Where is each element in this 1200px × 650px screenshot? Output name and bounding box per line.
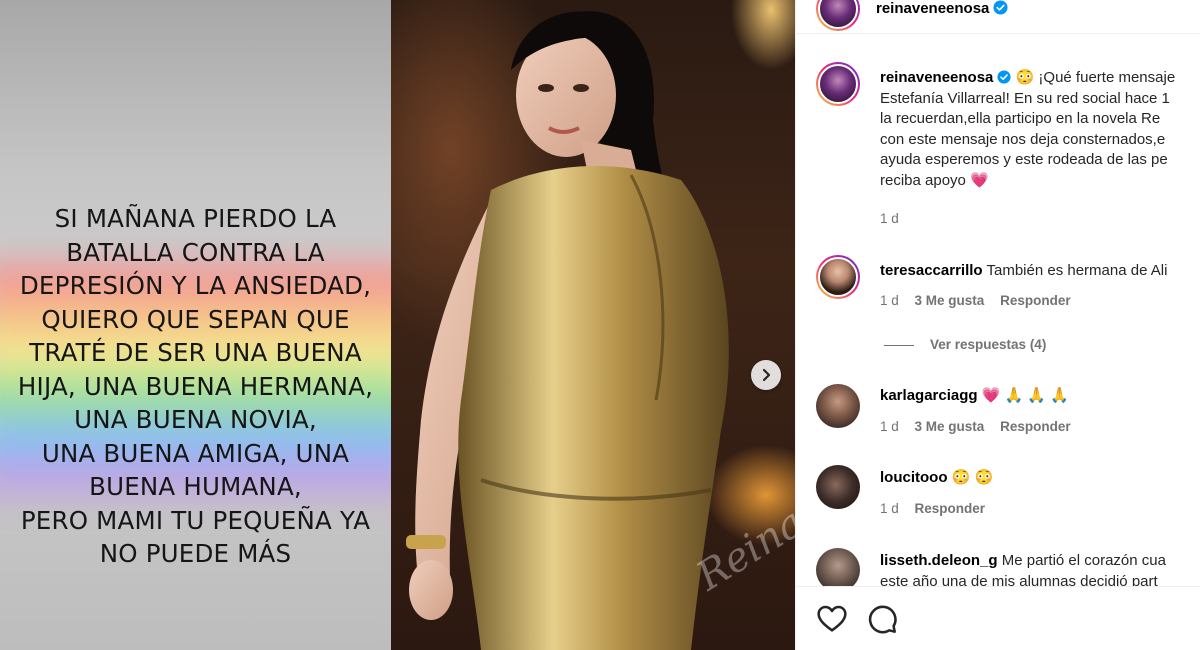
- comments-list: reinaveneenosa 😳 ¡Qué fuerte mensaje Est…: [796, 34, 1200, 586]
- avatar[interactable]: [816, 384, 860, 428]
- story-line: TRATÉ DE SER UNA BUENA: [29, 338, 362, 367]
- timestamp[interactable]: 1 d: [880, 501, 899, 516]
- comment-icon[interactable]: [866, 603, 898, 635]
- story-line: DEPRESIÓN Y LA ANSIEDAD,: [19, 271, 372, 300]
- comment-meta: 1 d 3 Me gusta Responder: [880, 293, 1083, 308]
- caption-line: con este mensaje nos deja consternados,e: [880, 130, 1166, 148]
- reply-button[interactable]: Responder: [1000, 419, 1071, 434]
- comment-body: 😳 😳: [951, 469, 994, 486]
- story-text: SI MAÑANA PIERDO LA BATALLA CONTRA LA DE…: [0, 202, 391, 571]
- verified-badge-icon: [997, 70, 1011, 84]
- likes-count[interactable]: 3 Me gusta: [915, 293, 985, 308]
- comment-username[interactable]: teresaccarrillo: [880, 262, 983, 279]
- story-line: BATALLA CONTRA LA: [66, 237, 325, 267]
- story-screenshot: SI MAÑANA PIERDO LA BATALLA CONTRA LA DE…: [0, 0, 391, 650]
- comment-username[interactable]: loucitooo: [880, 469, 948, 486]
- story-line: UNA BUENA NOVIA,: [74, 405, 317, 434]
- post-author[interactable]: reinaveneenosa: [876, 0, 1008, 17]
- next-button[interactable]: [751, 360, 781, 390]
- caption-username[interactable]: reinaveneenosa: [880, 69, 993, 86]
- avatar[interactable]: [816, 255, 860, 299]
- action-bar: [796, 586, 1200, 650]
- verified-badge-icon: [993, 0, 1008, 15]
- caption-line: ayuda esperemos y este rodeada de las pe: [880, 151, 1168, 168]
- author-username[interactable]: reinaveneenosa: [876, 0, 989, 17]
- avatar[interactable]: [816, 0, 860, 31]
- divider: [884, 344, 914, 346]
- caption-line: 😳 ¡Qué fuerte mensaje: [1015, 69, 1176, 86]
- view-replies-label[interactable]: Ver respuestas (4): [930, 337, 1046, 352]
- comment-body: Me partió el corazón cua: [1001, 552, 1166, 569]
- post-header: reinaveneenosa: [796, 0, 1200, 34]
- chevron-right-icon: [762, 368, 771, 382]
- comment-username[interactable]: karlagarciagg: [880, 387, 978, 404]
- caption-meta: 1 d: [880, 211, 911, 226]
- view-replies-button[interactable]: Ver respuestas (4): [884, 337, 1046, 352]
- story-line: UNA BUENA AMIGA, UNA: [41, 438, 350, 468]
- comment-body: 💗 🙏 🙏 🙏: [981, 387, 1069, 404]
- caption-line: reciba apoyo 💗: [880, 171, 989, 189]
- story-line: SI MAÑANA PIERDO LA: [54, 204, 337, 233]
- comment-meta: 1 d Responder: [880, 501, 997, 516]
- story-line: NO PUEDE MÁS: [99, 539, 292, 568]
- avatar[interactable]: [816, 548, 860, 586]
- story-line: PERO MAMI TU PEQUEÑA YA: [20, 505, 371, 535]
- comment-meta: 1 d 3 Me gusta Responder: [880, 419, 1083, 434]
- timestamp[interactable]: 1 d: [880, 211, 899, 226]
- comment-body: También es hermana de Ali: [986, 262, 1168, 279]
- story-line: QUIERO QUE SEPAN QUE: [41, 304, 350, 334]
- story-line: HIJA, UNA BUENA HERMANA,: [17, 371, 374, 401]
- likes-count[interactable]: 3 Me gusta: [915, 419, 985, 434]
- caption-line: Estefanía Villarreal! En su red social h…: [880, 89, 1170, 107]
- reply-button[interactable]: Responder: [1000, 293, 1071, 308]
- comments-panel: reinaveneenosa reinaveneenosa 😳 ¡Qué fue…: [795, 0, 1200, 650]
- timestamp[interactable]: 1 d: [880, 293, 899, 308]
- comment-text: karlagarciagg 💗 🙏 🙏 🙏: [880, 386, 1200, 407]
- comment-username[interactable]: lisseth.deleon_g: [880, 552, 998, 569]
- comment-body: este año una de mis alumnas decidió part: [880, 572, 1158, 587]
- post-media[interactable]: SI MAÑANA PIERDO LA BATALLA CONTRA LA DE…: [0, 0, 795, 650]
- caption-line: la recuerdan,ella participo en la novela…: [880, 110, 1161, 127]
- reply-button[interactable]: Responder: [915, 501, 986, 516]
- heart-icon[interactable]: [816, 603, 848, 635]
- comment-text: teresaccarrillo También es hermana de Al…: [880, 261, 1200, 282]
- timestamp[interactable]: 1 d: [880, 419, 899, 434]
- comment-text: loucitooo 😳 😳: [880, 468, 1200, 489]
- portrait-photo: Reinaveneenosa: [391, 0, 795, 650]
- caption-text: reinaveneenosa 😳 ¡Qué fuerte mensaje Est…: [880, 68, 1200, 191]
- comment-text: lisseth.deleon_g Me partió el corazón cu…: [880, 551, 1200, 586]
- avatar[interactable]: [816, 62, 860, 106]
- avatar[interactable]: [816, 465, 860, 509]
- story-line: BUENA HUMANA,: [89, 472, 302, 501]
